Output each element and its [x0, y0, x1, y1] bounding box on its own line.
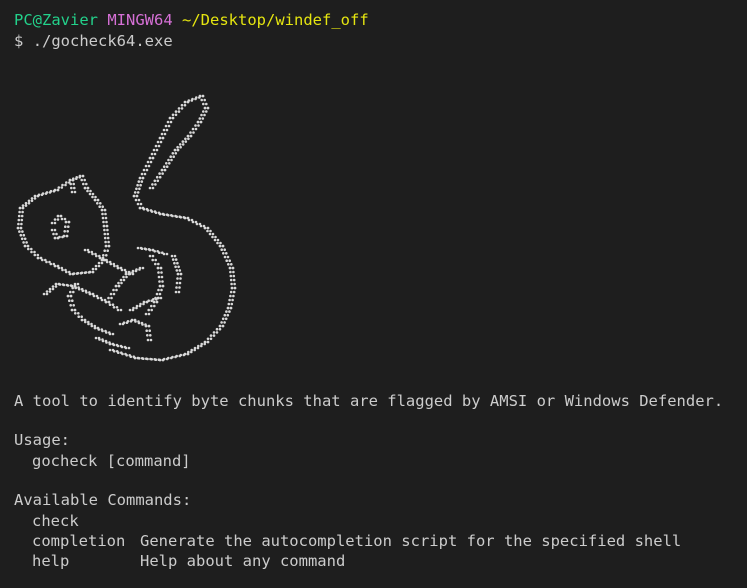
- tool-description: A tool to identify byte chunks that are …: [14, 392, 724, 410]
- usage-heading: Usage:: [14, 431, 70, 449]
- usage-syntax: gocheck [command]: [32, 452, 191, 470]
- command-row-check: check: [32, 511, 140, 531]
- prompt-symbol: $: [14, 32, 24, 50]
- mewtwo-ascii-art-logo: [16, 94, 237, 362]
- command-row-completion: completion Generate the autocompletion sc…: [32, 531, 681, 551]
- command-text: ./gocheck64.exe: [32, 32, 173, 50]
- command-row-help: help Help about any command: [32, 551, 345, 571]
- prompt-shell-name: MINGW64: [107, 11, 173, 29]
- command-description: Help about any command: [140, 552, 346, 570]
- available-commands-heading: Available Commands:: [14, 491, 192, 509]
- command-name: help: [32, 552, 70, 570]
- command-name: completion: [32, 532, 126, 550]
- command-description: Generate the autocompletion script for t…: [140, 532, 682, 550]
- prompt-path: ~/Desktop/windef_off: [182, 11, 369, 29]
- command-name: check: [32, 512, 79, 530]
- prompt-user-host: PC@Zavier: [14, 11, 98, 29]
- command-line: $ ./gocheck64.exe: [14, 31, 173, 51]
- prompt-line: PC@Zavier MINGW64 ~/Desktop/windef_off: [14, 10, 369, 30]
